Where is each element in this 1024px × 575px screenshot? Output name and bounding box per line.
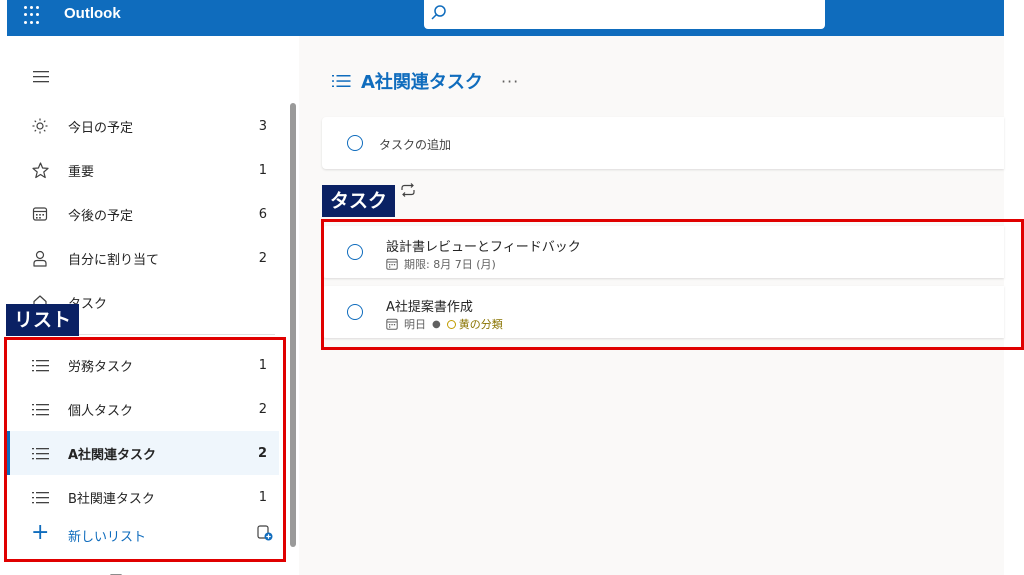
sidebar-item-label: 重要 (68, 164, 95, 180)
bottom-app-bar (7, 568, 279, 575)
sidebar-item-assigned-to-me[interactable]: 自分に割り当て 2 (7, 236, 279, 280)
search-icon (431, 5, 446, 20)
top-bar: Outlook (7, 0, 1004, 36)
add-task-toolbar (399, 182, 417, 202)
sidebar-item-my-day[interactable]: 今日の予定 3 (7, 104, 279, 148)
person-icon (31, 249, 49, 267)
sidebar-scrollbar[interactable] (290, 103, 296, 547)
calendar-icon (31, 205, 49, 223)
sun-icon (31, 117, 49, 135)
sidebar-item-important[interactable]: 重要 1 (7, 148, 279, 192)
sidebar-item-label: 自分に割り当て (68, 252, 160, 268)
hamburger-menu-icon[interactable] (33, 70, 51, 84)
more-options-button[interactable]: ··· (501, 72, 519, 91)
task-highlight-box (321, 219, 1024, 350)
sidebar-item-label: 今日の予定 (68, 120, 134, 136)
app-title[interactable]: Outlook (64, 5, 121, 22)
sidebar-item-planned[interactable]: 今後の予定 6 (7, 192, 279, 236)
add-task-label: タスクの追加 (379, 138, 452, 152)
sidebar-item-count: 3 (258, 118, 267, 134)
star-icon (31, 161, 49, 179)
sidebar-item-label: 今後の予定 (68, 208, 134, 224)
sidebar-item-count: 1 (258, 162, 267, 178)
list-title[interactable]: A社関連タスク (361, 68, 483, 94)
list-highlight-box (4, 337, 286, 562)
repeat-icon[interactable] (399, 182, 417, 198)
add-task-input[interactable]: タスクの追加 (322, 117, 1004, 169)
list-icon (332, 75, 351, 87)
list-header: A社関連タスク ··· (332, 68, 519, 94)
task-callout: タスク (322, 185, 396, 217)
sidebar-item-count: 6 (258, 206, 267, 222)
sidebar-item-count: 2 (258, 250, 267, 266)
search-input[interactable] (424, 0, 825, 29)
app-launcher-icon[interactable] (24, 5, 44, 25)
list-callout: リスト (6, 304, 80, 336)
add-task-circle-icon (347, 135, 363, 151)
